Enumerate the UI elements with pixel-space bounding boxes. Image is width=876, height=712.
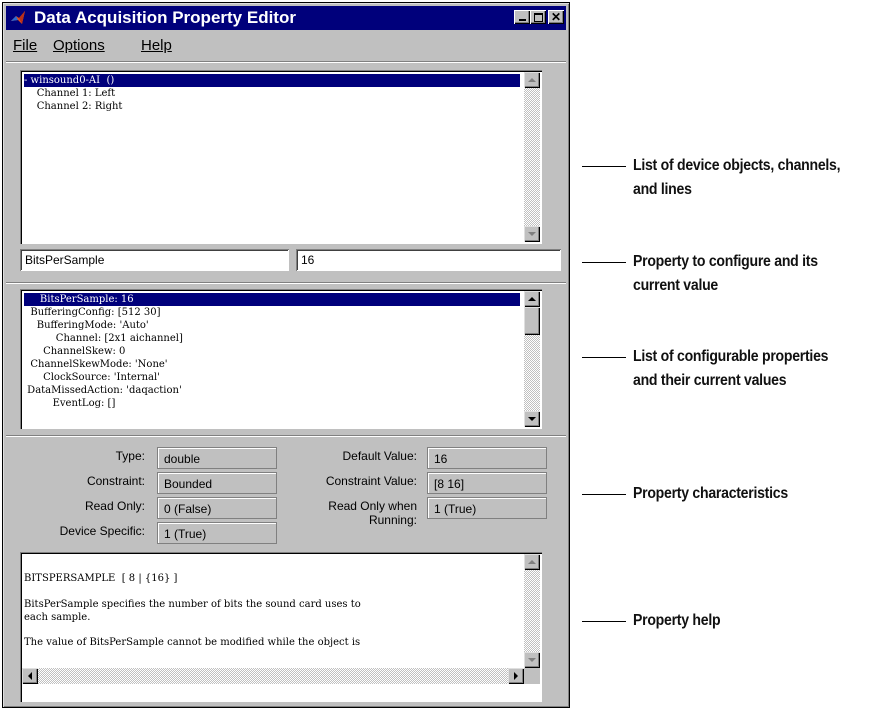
- constraint-value: Bounded: [157, 472, 277, 494]
- property-editor-window: Data Acquisition Property Editor ✕ File …: [2, 2, 570, 708]
- scroll-up-button[interactable]: [524, 554, 540, 570]
- property-list[interactable]: BitsPerSample: 16 BufferingConfig: [512 …: [20, 289, 542, 429]
- annotation-property-edit: Property to configure and its current va…: [633, 253, 818, 294]
- list-item[interactable]: BufferingConfig: [512 30]: [24, 306, 160, 319]
- device-specific-label: Device Specific:: [59, 524, 145, 538]
- title-bar[interactable]: Data Acquisition Property Editor ✕: [6, 6, 566, 30]
- maximize-button[interactable]: [530, 10, 546, 24]
- list-item[interactable]: Channel 2: Right: [24, 100, 123, 113]
- annotation-line: [582, 494, 626, 495]
- help-horizontal-scrollbar[interactable]: [22, 668, 524, 684]
- maximize-icon: [533, 12, 543, 22]
- list-item[interactable]: EventLog: []: [24, 397, 116, 410]
- device-specific-value: 1 (True): [157, 522, 277, 544]
- help-vertical-scrollbar[interactable]: [524, 554, 540, 668]
- annotation-line: [582, 166, 626, 167]
- scroll-right-button[interactable]: [508, 668, 524, 684]
- down-arrow-icon: [528, 417, 536, 421]
- left-arrow-icon: [28, 672, 32, 680]
- help-line: each sample.: [24, 612, 91, 623]
- section-separator: [6, 282, 566, 284]
- read-only-label: Read Only:: [84, 499, 145, 513]
- read-only-running-value: 1 (True): [427, 497, 547, 519]
- minimize-icon: [518, 19, 526, 21]
- down-arrow-icon: [528, 658, 536, 662]
- annotation-line: [582, 621, 626, 622]
- read-only-running-label-2: Running:: [368, 513, 417, 527]
- up-arrow-icon: [528, 560, 536, 564]
- property-value-field[interactable]: 16: [296, 249, 561, 271]
- list-item[interactable]: ClockSource: 'Internal': [24, 371, 160, 384]
- annotation-help: Property help: [633, 612, 721, 629]
- property-name-field[interactable]: BitsPerSample: [20, 249, 289, 271]
- constraint-value-field: [8 16]: [427, 472, 547, 494]
- scroll-down-button[interactable]: [524, 652, 540, 668]
- annotation-characteristics: Property characteristics: [633, 485, 788, 502]
- help-line: BITSPERSAMPLE [ 8 | {16} ]: [24, 573, 178, 584]
- object-list-scrollbar[interactable]: [524, 72, 540, 242]
- menu-help[interactable]: Help: [141, 37, 172, 54]
- section-separator: [6, 435, 566, 437]
- menu-file[interactable]: File: [13, 37, 37, 54]
- device-object-list[interactable]: - winsound0-AI () Channel 1: Left Channe…: [20, 70, 542, 244]
- close-button[interactable]: ✕: [548, 10, 564, 24]
- up-arrow-icon: [528, 78, 536, 82]
- list-item[interactable]: ChannelSkewMode: 'None': [24, 358, 167, 371]
- window-title: Data Acquisition Property Editor: [34, 8, 296, 27]
- constraint-label: Constraint:: [86, 474, 145, 488]
- list-item[interactable]: BufferingMode: 'Auto': [24, 319, 149, 332]
- list-item[interactable]: BitsPerSample: 16: [24, 293, 520, 306]
- type-label: Type:: [115, 449, 145, 463]
- annotation-line: [582, 357, 626, 358]
- menu-options[interactable]: Options: [53, 37, 105, 54]
- down-arrow-icon: [528, 232, 536, 236]
- scroll-down-button[interactable]: [524, 226, 540, 242]
- scroll-up-button[interactable]: [524, 291, 540, 307]
- list-item[interactable]: Channel: [2x1 aichannel]: [24, 332, 183, 345]
- annotation-line: [582, 262, 626, 263]
- scroll-down-button[interactable]: [524, 411, 540, 427]
- help-line: The value of BitsPerSample cannot be mod…: [24, 637, 361, 648]
- list-item[interactable]: ChannelSkew: 0: [24, 345, 125, 358]
- default-value: 16: [427, 447, 547, 469]
- help-line: BitsPerSample specifies the number of bi…: [24, 599, 361, 610]
- type-value: double: [157, 447, 277, 469]
- list-item[interactable]: - winsound0-AI (): [24, 74, 520, 87]
- minimize-button[interactable]: [514, 10, 530, 24]
- property-help-text[interactable]: BITSPERSAMPLE [ 8 | {16} ] BitsPerSample…: [20, 552, 542, 702]
- close-icon: ✕: [550, 10, 562, 24]
- menu-separator: [6, 61, 566, 63]
- up-arrow-icon: [528, 297, 536, 301]
- scroll-thumb[interactable]: [524, 307, 540, 335]
- scroll-left-button[interactable]: [22, 668, 38, 684]
- annotation-property-list: List of configurable properties and thei…: [633, 348, 829, 389]
- menu-bar: File Options Help: [11, 37, 551, 59]
- list-item[interactable]: Channel 1: Left: [24, 87, 115, 100]
- property-list-scrollbar[interactable]: [524, 291, 540, 427]
- matlab-app-icon: [11, 11, 25, 24]
- scroll-up-button[interactable]: [524, 72, 540, 88]
- scroll-corner: [524, 668, 540, 684]
- read-only-value: 0 (False): [157, 497, 277, 519]
- default-value-label: Default Value:: [342, 449, 418, 463]
- constraint-value-label: Constraint Value:: [325, 474, 417, 488]
- right-arrow-icon: [514, 672, 518, 680]
- list-item[interactable]: DataMissedAction: 'daqaction': [24, 384, 182, 397]
- annotation-object-list: List of device objects, channels, and li…: [633, 157, 841, 198]
- read-only-running-label-1: Read Only when: [328, 499, 417, 513]
